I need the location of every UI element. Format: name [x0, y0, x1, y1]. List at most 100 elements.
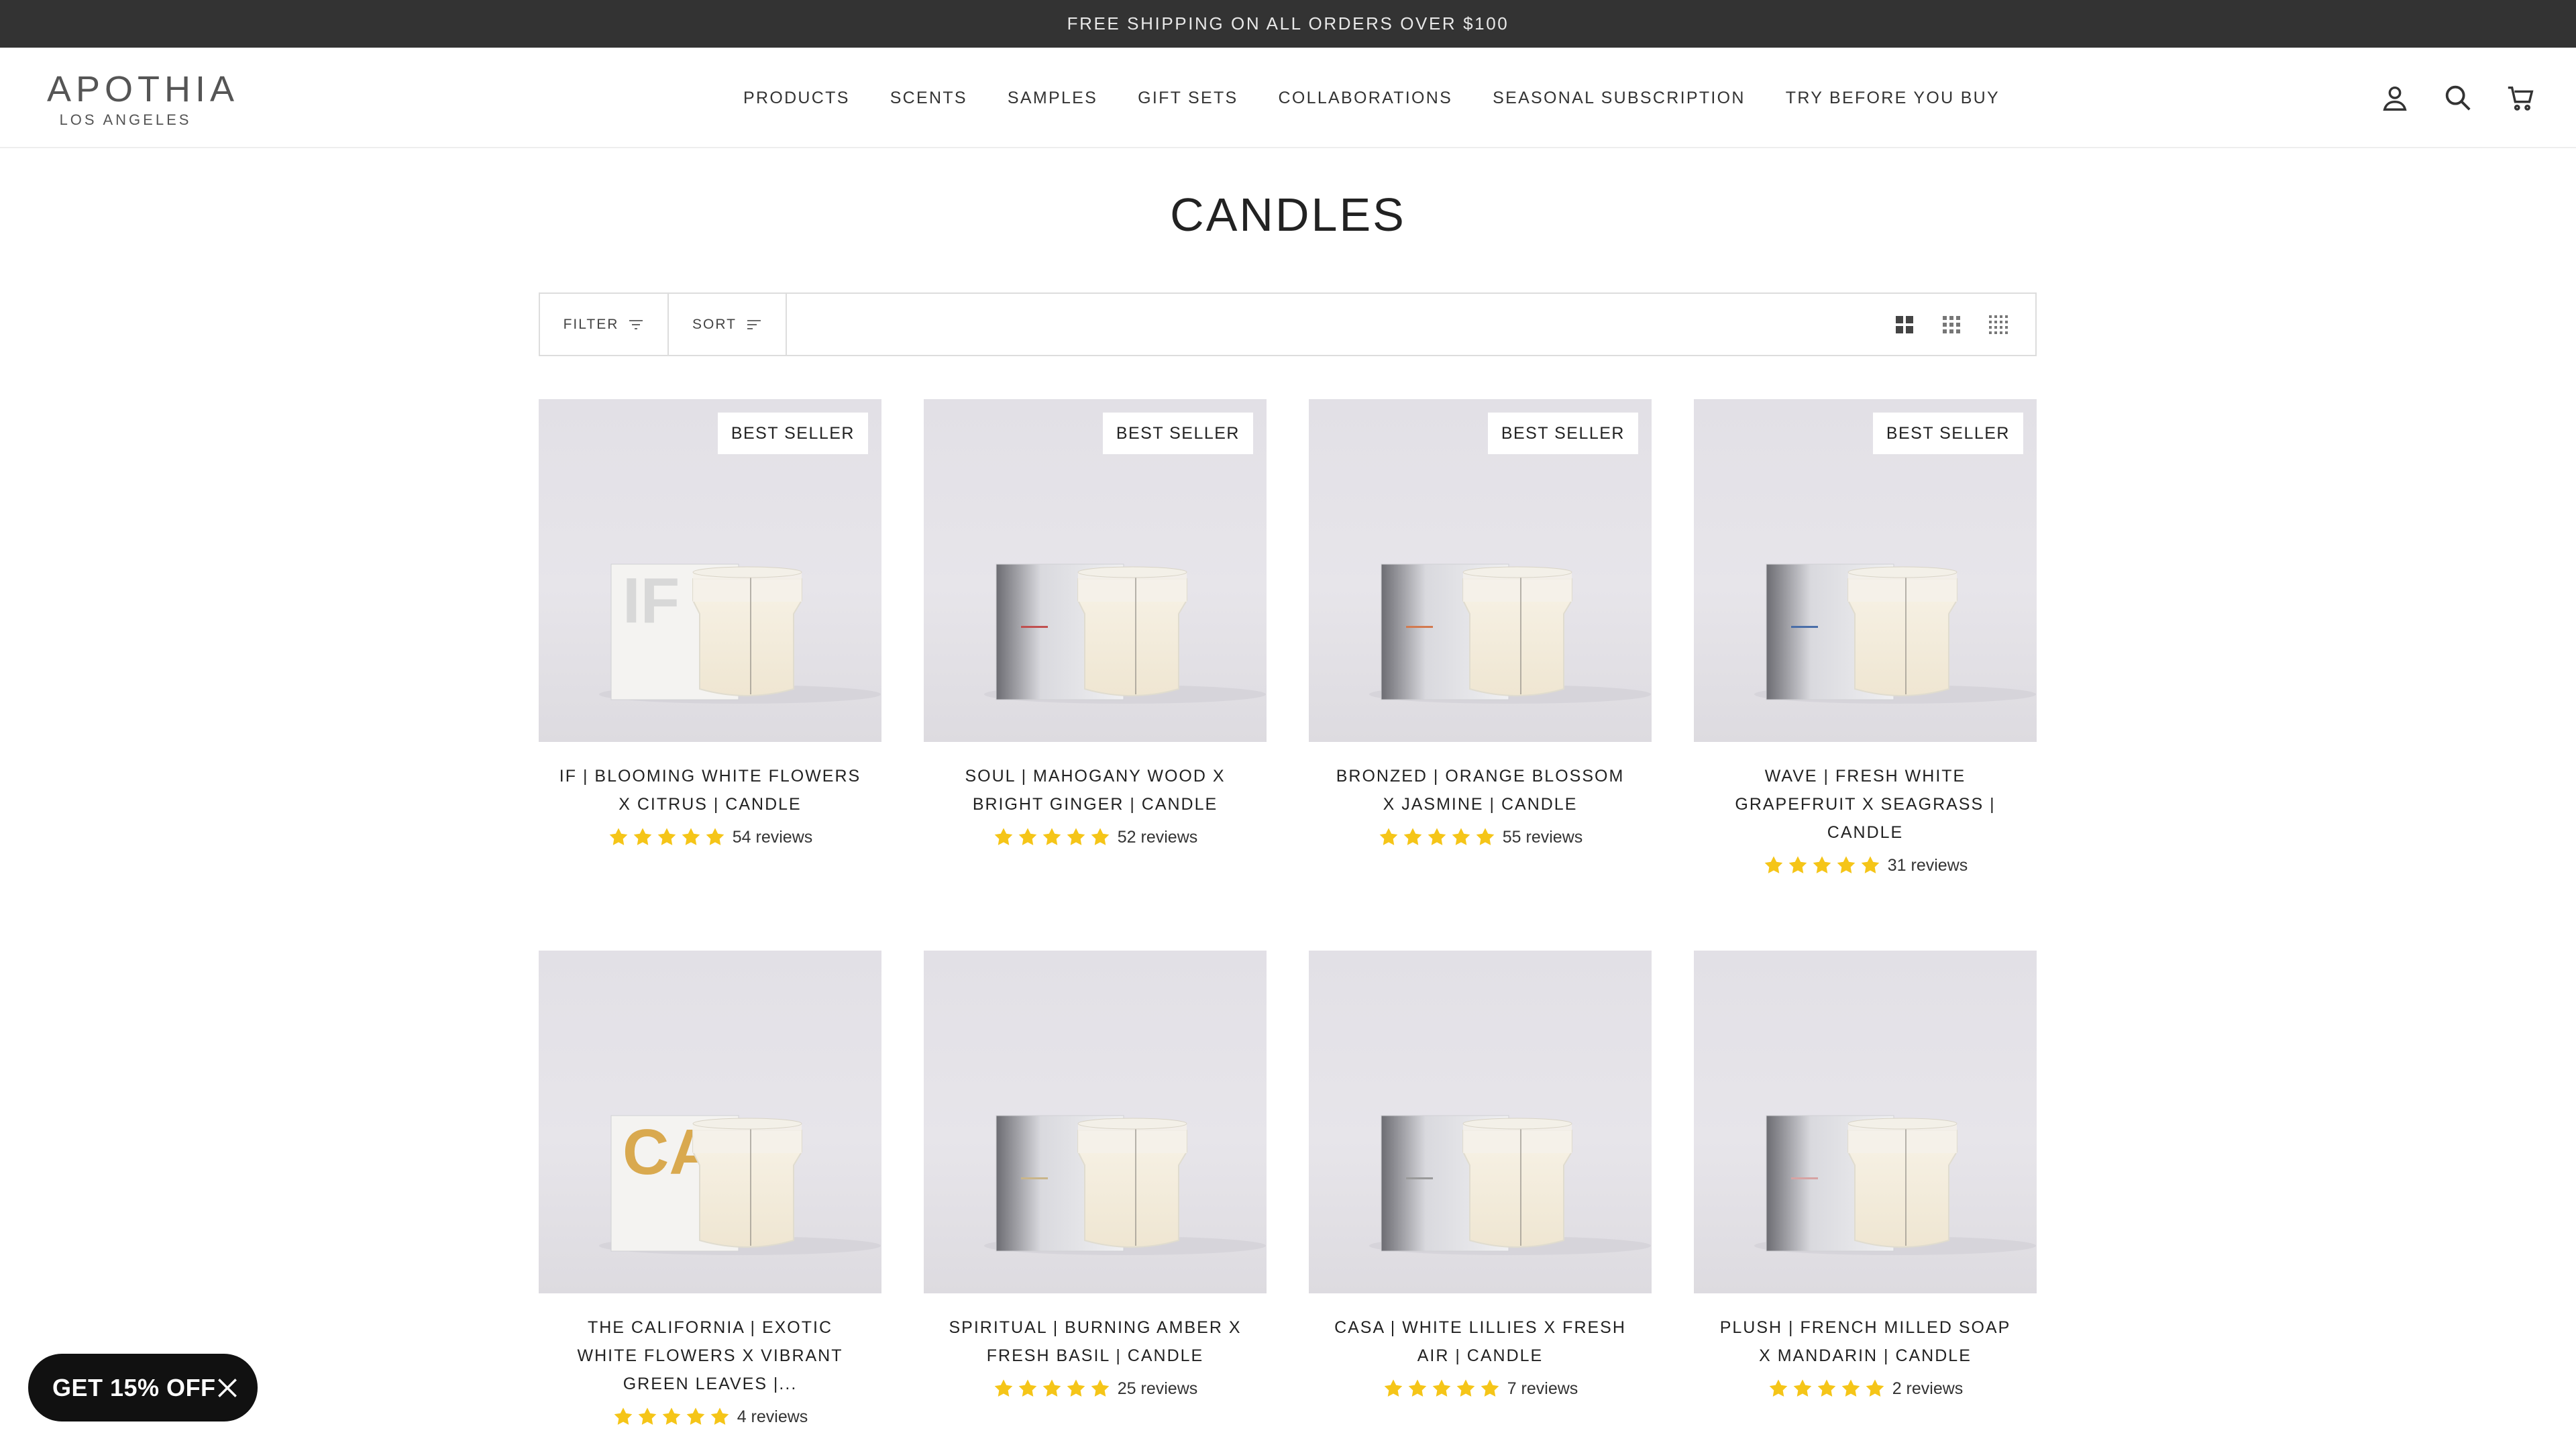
star-icon	[1835, 855, 1857, 876]
star-icon	[1065, 1378, 1087, 1399]
cart-icon[interactable]	[2506, 83, 2536, 113]
review-count: 4 reviews	[737, 1407, 808, 1426]
nav-products[interactable]: PRODUCTS	[743, 89, 850, 108]
candle-illustration	[1754, 1115, 2036, 1255]
grid-small-icon[interactable]	[1988, 315, 2008, 335]
product-rating[interactable]: 54 reviews	[539, 826, 881, 848]
review-count: 25 reviews	[1117, 1379, 1198, 1398]
product-rating[interactable]: 7 reviews	[1309, 1378, 1652, 1399]
box-stripe	[1791, 626, 1818, 628]
view-toggle	[1894, 294, 2035, 355]
grid-large-icon[interactable]	[1894, 315, 1915, 335]
product-title[interactable]: BRONZED | ORANGE BLOSSOM X JASMINE | CAN…	[1309, 762, 1652, 818]
star-icon	[1426, 826, 1448, 848]
product-image[interactable]	[1309, 951, 1652, 1293]
product-card[interactable]: IF BEST SELLER IF | BLOOMING WHITE FLOWE…	[539, 399, 881, 848]
product-card[interactable]: PLUSH | FRENCH MILLED SOAP X MANDARIN | …	[1694, 951, 2037, 1399]
search-icon[interactable]	[2443, 83, 2473, 113]
product-title[interactable]: SPIRITUAL | BURNING AMBER X FRESH BASIL …	[924, 1313, 1267, 1370]
nav-try-before-you-buy[interactable]: TRY BEFORE YOU BUY	[1786, 89, 2000, 108]
review-count: 31 reviews	[1887, 855, 1968, 875]
collection-toolbar: FILTER SORT	[539, 292, 2037, 356]
account-icon[interactable]	[2379, 83, 2410, 113]
product-title[interactable]: CASA | WHITE LILLIES X FRESH AIR | CANDL…	[1309, 1313, 1652, 1370]
filter-button[interactable]: FILTER	[540, 294, 669, 355]
nav-seasonal-subscription[interactable]: SEASONAL SUBSCRIPTION	[1493, 89, 1746, 108]
candle-illustration	[1369, 1115, 1651, 1255]
star-icon	[1450, 826, 1472, 848]
filter-icon	[629, 319, 643, 329]
rating-stars	[993, 1378, 1111, 1399]
sort-label: SORT	[692, 316, 737, 332]
product-image[interactable]: CA	[539, 951, 881, 1293]
page-title: CANDLES	[1170, 189, 1406, 241]
product-title[interactable]: THE CALIFORNIA | EXOTIC WHITE FLOWERS X …	[539, 1313, 881, 1398]
product-image[interactable]: BEST SELLER	[924, 399, 1267, 742]
candle-illustration	[984, 1115, 1266, 1255]
star-icon	[608, 826, 629, 848]
star-icon	[1431, 1378, 1452, 1399]
box-stripe	[1021, 626, 1048, 628]
sort-icon	[747, 319, 761, 329]
product-title[interactable]: SOUL | MAHOGANY WOOD X BRIGHT GINGER | C…	[924, 762, 1267, 818]
rating-stars	[1768, 1378, 1886, 1399]
product-card[interactable]: BEST SELLER BRONZED | ORANGE BLOSSOM X J…	[1309, 399, 1652, 848]
announcement-bar: FREE SHIPPING ON ALL ORDERS OVER $100	[0, 0, 2576, 48]
star-icon	[1840, 1378, 1862, 1399]
product-card[interactable]: CA THE CALIFORNIA | EXOTIC WHITE FLOWERS…	[539, 951, 881, 1428]
grid-medium-icon[interactable]	[1941, 315, 1962, 335]
product-card[interactable]: BEST SELLER SOUL | MAHOGANY WOOD X BRIGH…	[924, 399, 1267, 848]
star-icon	[1860, 855, 1881, 876]
product-rating[interactable]: 31 reviews	[1694, 855, 2037, 876]
product-rating[interactable]: 25 reviews	[924, 1378, 1267, 1399]
product-image[interactable]	[1694, 951, 2037, 1293]
discount-label: GET 15% OFF	[52, 1373, 216, 1401]
nav-gift-sets[interactable]: GIFT SETS	[1138, 89, 1238, 108]
nav-collaborations[interactable]: COLLABORATIONS	[1279, 89, 1453, 108]
nav-scents[interactable]: SCENTS	[890, 89, 967, 108]
brand-tagline: LOS ANGELES	[59, 111, 192, 128]
star-icon	[993, 826, 1014, 848]
review-count: 7 reviews	[1507, 1379, 1578, 1398]
product-rating[interactable]: 4 reviews	[539, 1406, 881, 1428]
best-seller-badge: BEST SELLER	[1102, 413, 1253, 454]
product-image[interactable]: BEST SELLER	[1309, 399, 1652, 742]
product-title[interactable]: IF | BLOOMING WHITE FLOWERS X CITRUS | C…	[539, 762, 881, 818]
star-icon	[637, 1406, 658, 1428]
star-icon	[709, 1406, 731, 1428]
review-count: 55 reviews	[1502, 827, 1583, 847]
nav-samples[interactable]: SAMPLES	[1008, 89, 1097, 108]
star-icon	[1378, 826, 1399, 848]
rating-stars	[1383, 1378, 1501, 1399]
star-icon	[1816, 1378, 1837, 1399]
product-image[interactable]: BEST SELLER	[1694, 399, 2037, 742]
star-icon	[1763, 855, 1784, 876]
star-icon	[1089, 1378, 1111, 1399]
star-icon	[632, 826, 653, 848]
product-rating[interactable]: 52 reviews	[924, 826, 1267, 848]
sort-button[interactable]: SORT	[669, 294, 787, 355]
box-stripe	[1021, 1177, 1048, 1179]
discount-popup-button[interactable]: GET 15% OFF	[28, 1354, 258, 1421]
product-image[interactable]	[924, 951, 1267, 1293]
product-title[interactable]: PLUSH | FRENCH MILLED SOAP X MANDARIN | …	[1694, 1313, 2037, 1370]
announcement-text: FREE SHIPPING ON ALL ORDERS OVER $100	[1067, 13, 1509, 34]
star-icon	[1017, 826, 1038, 848]
product-title[interactable]: WAVE | FRESH WHITE GRAPEFRUIT X SEAGRASS…	[1694, 762, 2037, 847]
star-icon	[1864, 1378, 1886, 1399]
product-rating[interactable]: 2 reviews	[1694, 1378, 2037, 1399]
star-icon	[685, 1406, 706, 1428]
product-card[interactable]: BEST SELLER WAVE | FRESH WHITE GRAPEFRUI…	[1694, 399, 2037, 876]
product-rating[interactable]: 55 reviews	[1309, 826, 1652, 848]
star-icon	[1792, 1378, 1813, 1399]
rating-stars	[1763, 855, 1881, 876]
product-image[interactable]: IF BEST SELLER	[539, 399, 881, 742]
star-icon	[680, 826, 702, 848]
product-card[interactable]: CASA | WHITE LILLIES X FRESH AIR | CANDL…	[1309, 951, 1652, 1399]
star-icon	[1017, 1378, 1038, 1399]
close-icon[interactable]	[215, 1375, 240, 1401]
brand-logo[interactable]: APOTHIA LOS ANGELES	[47, 69, 234, 129]
box-stripe	[1406, 1177, 1433, 1179]
product-card[interactable]: SPIRITUAL | BURNING AMBER X FRESH BASIL …	[924, 951, 1267, 1399]
star-icon	[1041, 826, 1063, 848]
